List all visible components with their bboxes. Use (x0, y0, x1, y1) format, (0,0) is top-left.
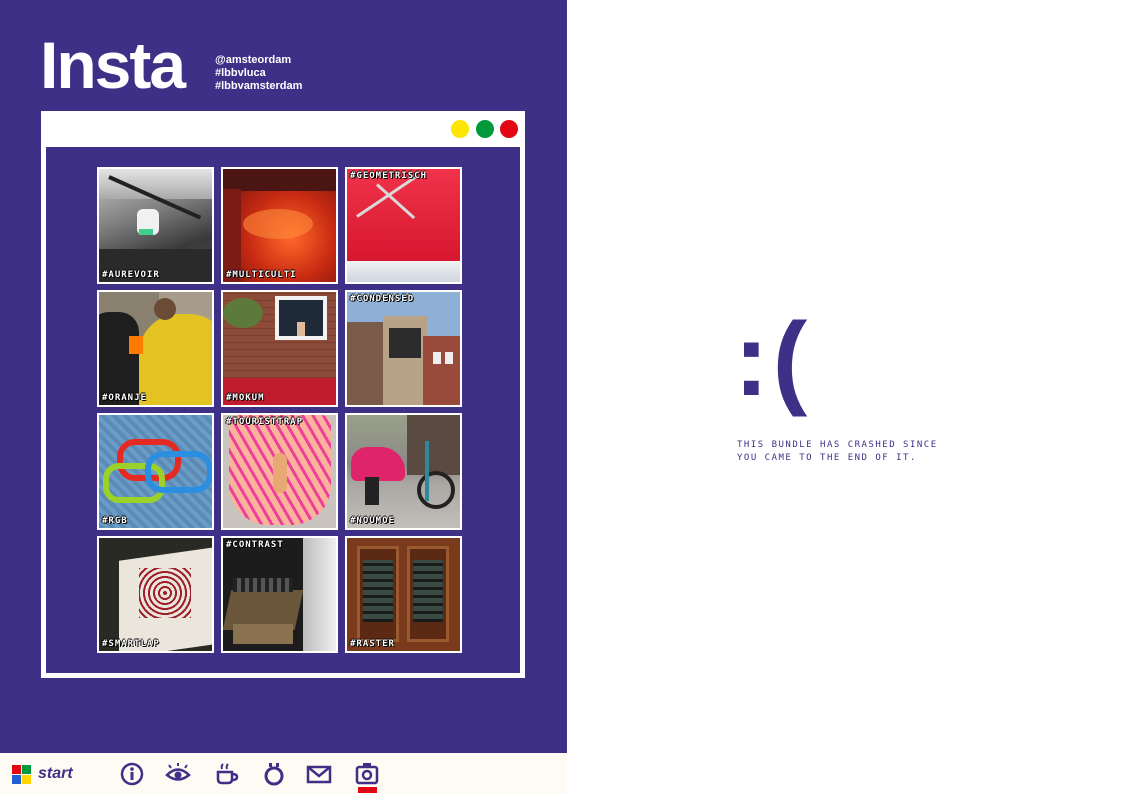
tag-hashtag-2: #lbbvamsterdam (215, 80, 303, 92)
tile-tag: #MULTICULTI (226, 270, 297, 280)
tile-tag: #MOKUM (226, 393, 265, 403)
photo-tile[interactable]: #RASTER (345, 536, 462, 653)
camera-icon[interactable] (354, 761, 380, 787)
photo-tile[interactable]: #TOURISTTRAP (221, 413, 338, 530)
taskbar: start (0, 753, 567, 794)
close-button[interactable] (500, 120, 518, 138)
photo-tile[interactable]: #GEOMETRISCH (345, 167, 462, 284)
tile-tag: #NOUMOE (350, 516, 395, 526)
crash-message: THIS BUNDLE HAS CRASHED SINCE YOU CAME T… (737, 439, 997, 465)
active-app-indicator (358, 787, 377, 793)
start-label: start (38, 765, 73, 782)
tile-tag: #GEOMETRISCH (350, 171, 428, 181)
tag-handle: @amsteordam (215, 54, 292, 66)
minimize-button[interactable] (451, 120, 469, 138)
crash-message-line-1: THIS BUNDLE HAS CRASHED SINCE (737, 440, 938, 450)
photo-tile[interactable]: #AUREVOIR (97, 167, 214, 284)
photo-tile[interactable]: #MOKUM (221, 290, 338, 407)
windows-logo-icon (12, 764, 31, 784)
insta-logo: Insta (40, 28, 186, 102)
sad-face-icon: :( (734, 302, 812, 418)
info-icon[interactable] (119, 761, 145, 787)
tile-tag: #SMARTLAP (102, 639, 160, 649)
tile-tag: #TOURISTTRAP (226, 417, 304, 427)
photo-grid: #AUREVOIR #MULTICULTI #GEOMETRISCH #ORAN… (97, 167, 462, 653)
photo-tile[interactable]: #NOUMOE (345, 413, 462, 530)
window-content: #AUREVOIR #MULTICULTI #GEOMETRISCH #ORAN… (46, 147, 520, 673)
tile-tag: #CONTRAST (226, 540, 284, 550)
tile-tag: #AUREVOIR (102, 270, 160, 280)
tile-tag: #RASTER (350, 639, 395, 649)
mail-icon[interactable] (306, 761, 332, 787)
eye-icon[interactable] (165, 761, 191, 787)
photo-tile[interactable]: #ORANJE (97, 290, 214, 407)
header-tags: @amsteordam #lbbvluca #lbbvamsterdam (215, 54, 302, 93)
photo-tile[interactable]: #SMARTLAP (97, 536, 214, 653)
photo-tile[interactable]: #RGB (97, 413, 214, 530)
start-button[interactable]: start (12, 764, 73, 784)
photo-tile[interactable]: #MULTICULTI (221, 167, 338, 284)
photo-window: #AUREVOIR #MULTICULTI #GEOMETRISCH #ORAN… (41, 111, 525, 678)
photo-tile[interactable]: #CONDENSED (345, 290, 462, 407)
maximize-button[interactable] (476, 120, 494, 138)
photo-tile[interactable]: #CONTRAST (221, 536, 338, 653)
coffee-icon[interactable] (214, 761, 240, 787)
tile-tag: #ORANJE (102, 393, 147, 403)
tile-tag: #RGB (102, 516, 128, 526)
tag-hashtag-1: #lbbvluca (215, 67, 266, 79)
insta-panel: Insta @amsteordam #lbbvluca #lbbvamsterd… (0, 0, 567, 753)
ring-icon[interactable] (261, 761, 287, 787)
window-title-bar[interactable] (41, 111, 525, 147)
crash-message-line-2: YOU CAME TO THE END OF IT. (737, 453, 917, 463)
tile-tag: #CONDENSED (350, 294, 415, 304)
